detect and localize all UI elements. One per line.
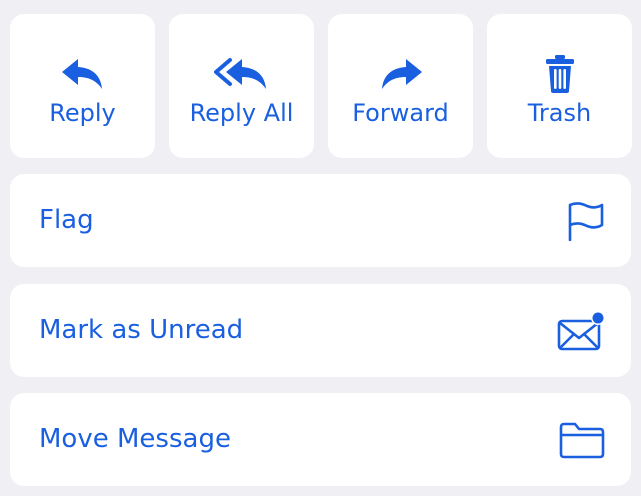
- forward-button[interactable]: Forward: [328, 14, 473, 158]
- reply-button[interactable]: Reply: [10, 14, 155, 158]
- trash-button[interactable]: Trash: [487, 14, 632, 158]
- reply-all-button[interactable]: Reply All: [169, 14, 314, 158]
- forward-label: Forward: [352, 99, 449, 127]
- folder-icon: [555, 393, 605, 486]
- envelope-unread-icon: [555, 284, 605, 377]
- forward-icon: [328, 54, 473, 94]
- flag-icon: [555, 174, 605, 267]
- move-message-label: Move Message: [39, 424, 231, 454]
- reply-all-icon: [169, 54, 314, 94]
- trash-icon: [487, 54, 632, 94]
- flag-label: Flag: [39, 205, 94, 235]
- move-message-row[interactable]: Move Message: [10, 393, 631, 486]
- trash-label: Trash: [527, 99, 592, 127]
- mark-as-unread-label: Mark as Unread: [39, 315, 244, 345]
- reply-label: Reply: [49, 99, 116, 127]
- mark-as-unread-row[interactable]: Mark as Unread: [10, 284, 631, 377]
- flag-row[interactable]: Flag: [10, 174, 631, 267]
- reply-icon: [10, 54, 155, 94]
- reply-all-label: Reply All: [189, 99, 294, 127]
